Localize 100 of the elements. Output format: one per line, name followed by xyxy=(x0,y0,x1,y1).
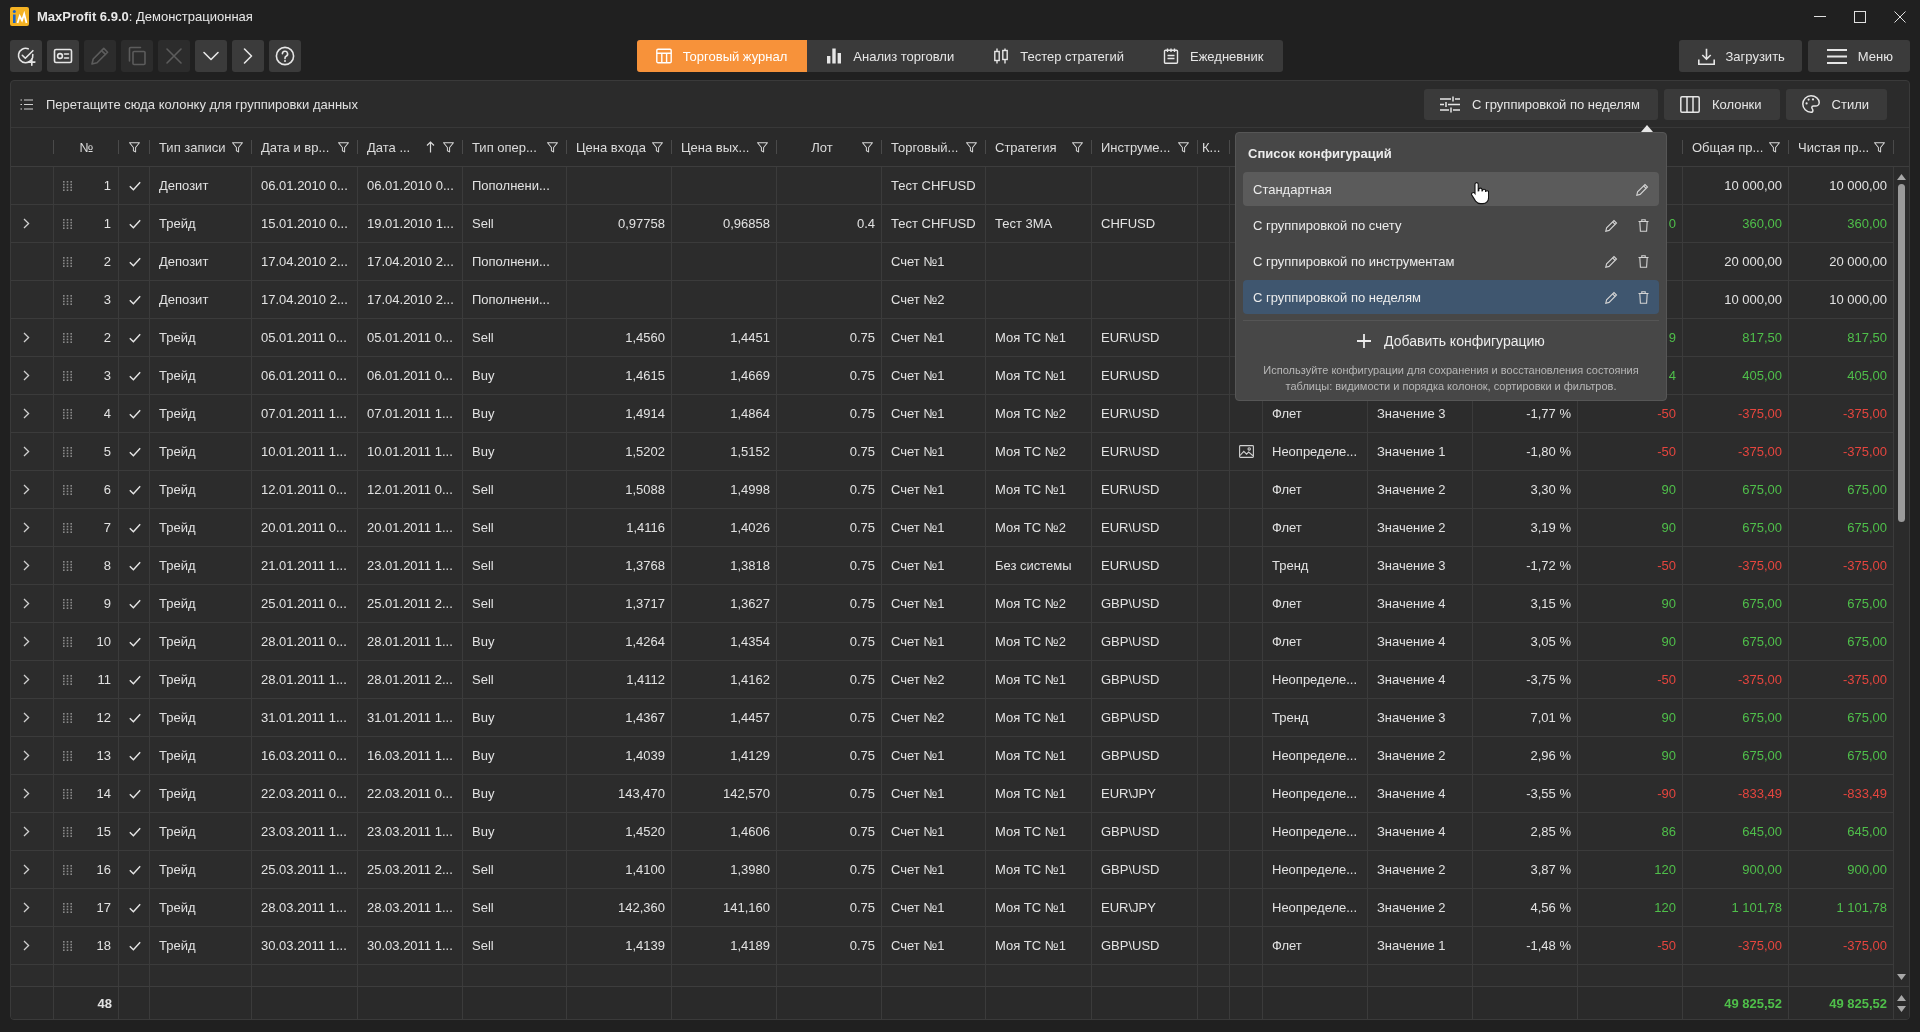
checkmark-icon[interactable] xyxy=(128,674,141,685)
pencil-icon[interactable] xyxy=(1605,290,1618,304)
add-button[interactable] xyxy=(10,40,42,72)
column-header[interactable]: Тип опер... xyxy=(463,128,567,166)
drag-handle-icon[interactable] xyxy=(63,674,72,685)
configuration-item[interactable]: С группировкой по счету xyxy=(1243,208,1659,242)
filter-icon[interactable] xyxy=(1874,141,1885,153)
chevron-right-icon[interactable] xyxy=(23,370,30,381)
configuration-button[interactable]: С группировкой по неделям xyxy=(1424,88,1658,120)
drag-handle-icon[interactable] xyxy=(63,446,72,457)
image-icon[interactable] xyxy=(1239,445,1254,458)
column-header[interactable]: Чистая пр... xyxy=(1789,128,1894,166)
column-header[interactable]: Дата и вр... xyxy=(252,128,358,166)
help-button[interactable] xyxy=(269,40,301,72)
menu-button[interactable]: Меню xyxy=(1807,40,1910,72)
columns-button[interactable]: Колонки xyxy=(1663,88,1780,120)
scrollbar-thumb[interactable] xyxy=(1898,184,1905,522)
configuration-item[interactable]: Стандартная xyxy=(1243,172,1659,206)
checkmark-icon[interactable] xyxy=(128,408,141,419)
drag-handle-icon[interactable] xyxy=(63,256,72,267)
chevron-right-icon[interactable] xyxy=(23,408,30,419)
checkmark-icon[interactable] xyxy=(128,332,141,343)
card-button[interactable] xyxy=(47,40,79,72)
configuration-item[interactable]: С группировкой по инструментам xyxy=(1243,244,1659,278)
pencil-icon[interactable] xyxy=(1605,254,1618,268)
nav-tab[interactable]: Анализ торговли xyxy=(807,40,975,72)
chevron-right-icon[interactable] xyxy=(23,636,30,647)
drag-handle-icon[interactable] xyxy=(63,598,72,609)
chevron-right-icon[interactable] xyxy=(23,902,30,913)
checkmark-icon[interactable] xyxy=(128,902,141,913)
column-header[interactable]: Стратегия xyxy=(986,128,1092,166)
column-header[interactable]: Общая пр... xyxy=(1683,128,1789,166)
drag-handle-icon[interactable] xyxy=(63,902,72,913)
chevron-right-icon[interactable] xyxy=(23,750,30,761)
column-header[interactable]: № xyxy=(54,128,119,166)
nav-tab[interactable]: Ежедневник xyxy=(1144,40,1284,72)
chevron-right-icon[interactable] xyxy=(23,446,30,457)
trash-icon[interactable] xyxy=(1638,218,1649,232)
chevron-right-icon[interactable] xyxy=(23,712,30,723)
next-button[interactable] xyxy=(232,40,264,72)
column-header[interactable]: Дата ... xyxy=(358,128,463,166)
filter-icon[interactable] xyxy=(652,141,663,153)
chevron-right-icon[interactable] xyxy=(23,522,30,533)
filter-icon[interactable] xyxy=(1072,141,1083,153)
checkmark-icon[interactable] xyxy=(128,636,141,647)
filter-icon[interactable] xyxy=(232,141,243,153)
drag-handle-icon[interactable] xyxy=(63,940,72,951)
drag-handle-icon[interactable] xyxy=(63,560,72,571)
pencil-icon[interactable] xyxy=(1636,182,1649,196)
checkmark-icon[interactable] xyxy=(128,218,141,229)
drag-handle-icon[interactable] xyxy=(63,750,72,761)
column-header[interactable]: Тип записи xyxy=(150,128,252,166)
checkmark-icon[interactable] xyxy=(128,522,141,533)
column-header[interactable]: Лот xyxy=(777,128,882,166)
chevron-right-icon[interactable] xyxy=(23,788,30,799)
drag-handle-icon[interactable] xyxy=(63,370,72,381)
column-header[interactable]: К... xyxy=(1198,128,1230,166)
expand-button[interactable] xyxy=(195,40,227,72)
filter-icon[interactable] xyxy=(862,141,873,153)
download-button[interactable]: Загрузить xyxy=(1678,40,1802,72)
drag-handle-icon[interactable] xyxy=(63,294,72,305)
drag-handle-icon[interactable] xyxy=(63,636,72,647)
drag-handle-icon[interactable] xyxy=(63,788,72,799)
styles-button[interactable]: Стили xyxy=(1785,88,1887,120)
column-header[interactable]: Инструме... xyxy=(1092,128,1198,166)
column-header[interactable]: Цена вых... xyxy=(672,128,777,166)
chevron-right-icon[interactable] xyxy=(23,560,30,571)
checkmark-icon[interactable] xyxy=(128,446,141,457)
chevron-right-icon[interactable] xyxy=(23,674,30,685)
checkmark-icon[interactable] xyxy=(128,598,141,609)
filter-icon[interactable] xyxy=(1178,141,1189,153)
chevron-right-icon[interactable] xyxy=(23,484,30,495)
chevron-right-icon[interactable] xyxy=(23,940,30,951)
scroll-arrows-icon[interactable] xyxy=(1897,994,1906,1012)
checkmark-icon[interactable] xyxy=(128,788,141,799)
drag-handle-icon[interactable] xyxy=(63,484,72,495)
checkmark-icon[interactable] xyxy=(128,180,141,191)
drag-handle-icon[interactable] xyxy=(63,218,72,229)
trash-icon[interactable] xyxy=(1638,254,1649,268)
chevron-right-icon[interactable] xyxy=(23,218,30,229)
checkmark-icon[interactable] xyxy=(128,864,141,875)
checkmark-icon[interactable] xyxy=(128,560,141,571)
filter-icon[interactable] xyxy=(129,141,140,153)
checkmark-icon[interactable] xyxy=(128,484,141,495)
chevron-right-icon[interactable] xyxy=(23,826,30,837)
filter-icon[interactable] xyxy=(1769,141,1780,153)
filter-icon[interactable] xyxy=(443,141,454,153)
scroll-down-icon[interactable] xyxy=(1897,974,1906,980)
filter-icon[interactable] xyxy=(966,141,977,153)
add-configuration-button[interactable]: Добавить конфигурацию xyxy=(1357,333,1545,349)
checkmark-icon[interactable] xyxy=(128,940,141,951)
chevron-right-icon[interactable] xyxy=(23,598,30,609)
configuration-item[interactable]: С группировкой по неделям xyxy=(1243,280,1659,314)
drag-handle-icon[interactable] xyxy=(63,826,72,837)
checkmark-icon[interactable] xyxy=(128,370,141,381)
chevron-right-icon[interactable] xyxy=(23,332,30,343)
drag-handle-icon[interactable] xyxy=(63,408,72,419)
drag-handle-icon[interactable] xyxy=(63,332,72,343)
checkmark-icon[interactable] xyxy=(128,712,141,723)
checkmark-icon[interactable] xyxy=(128,256,141,267)
